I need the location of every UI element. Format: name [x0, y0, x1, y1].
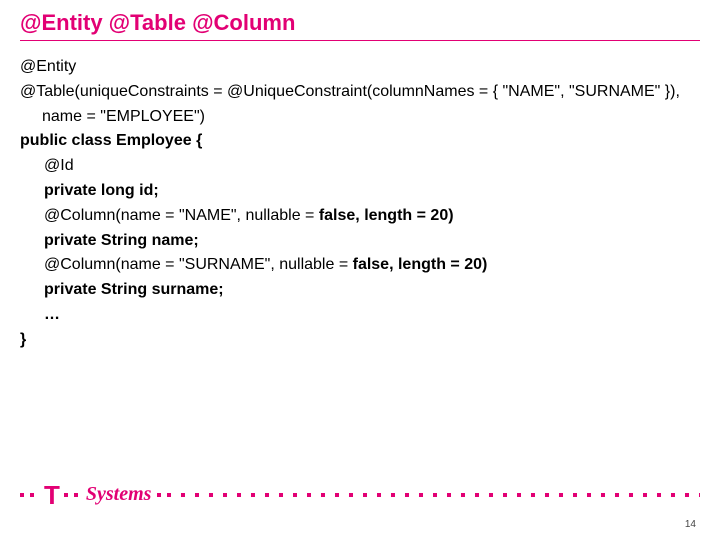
- code-text: @Column(name = "NAME", nullable =: [44, 207, 319, 224]
- code-block: @Entity @Table(uniqueConstraints = @Uniq…: [20, 55, 700, 353]
- code-line: @Column(name = "NAME", nullable = false,…: [20, 204, 700, 229]
- logo-t-icon: T: [44, 480, 60, 511]
- logo-dots-icon: [157, 493, 177, 497]
- code-line: …: [20, 303, 700, 328]
- logo-dots-icon: [64, 493, 84, 497]
- code-line: private long id;: [20, 179, 700, 204]
- code-text: {: [192, 132, 203, 149]
- slide-title: @Entity @Table @Column: [20, 10, 700, 41]
- code-text: @Column(name = "SURNAME", nullable =: [44, 256, 353, 273]
- code-line: public class Employee {: [20, 129, 700, 154]
- code-line: private String surname;: [20, 278, 700, 303]
- code-text: false, length = 20): [353, 256, 488, 273]
- dot-trail-icon: [181, 493, 700, 497]
- logo-dots-icon: [20, 493, 40, 497]
- code-line: @Id: [20, 154, 700, 179]
- page-number: 14: [685, 519, 696, 530]
- logo-text: Systems: [86, 483, 152, 506]
- code-line: @Table(uniqueConstraints = @UniqueConstr…: [20, 80, 700, 130]
- slide: @Entity @Table @Column @Entity @Table(un…: [0, 0, 720, 540]
- code-line: @Column(name = "SURNAME", nullable = fal…: [20, 253, 700, 278]
- code-text: public class Employee: [20, 132, 192, 149]
- code-line: private String name;: [20, 229, 700, 254]
- code-text: false, length = 20): [319, 207, 454, 224]
- footer: T Systems: [20, 479, 700, 510]
- tsystems-logo: T Systems: [20, 479, 177, 510]
- code-line: @Entity: [20, 55, 700, 80]
- code-line: }: [20, 328, 700, 353]
